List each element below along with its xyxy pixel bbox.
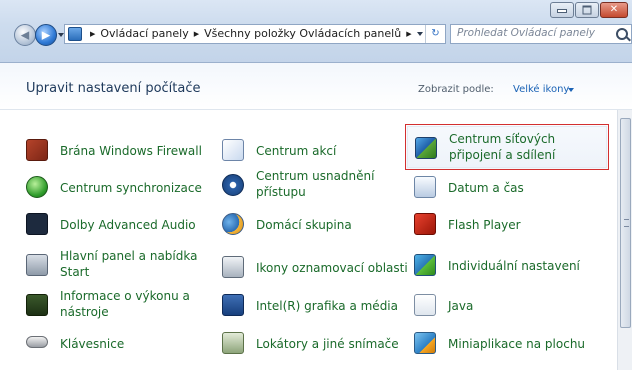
forward-button[interactable]: ▶ <box>35 24 57 46</box>
scrollbar-grip <box>624 219 629 227</box>
item-label: Centrum akcí <box>256 144 337 158</box>
item-windows-firewall[interactable]: Brána Windows Firewall <box>26 133 206 169</box>
back-button[interactable]: ◀ <box>14 24 36 46</box>
search-box[interactable]: Prohledat Ovládací panely <box>450 24 632 44</box>
window-controls: ✕ <box>549 2 628 18</box>
item-label: Ikony oznamovací oblasti <box>256 261 408 275</box>
flash-player-icon <box>414 213 436 235</box>
item-flash-player[interactable]: Flash Player <box>414 207 614 243</box>
page-title: Upravit nastavení počítače <box>26 81 201 96</box>
personalization-icon <box>414 254 436 276</box>
sync-center-icon <box>26 176 48 198</box>
vertical-scrollbar[interactable] <box>617 110 632 370</box>
item-label: Java <box>448 299 474 313</box>
view-by-dropdown[interactable]: Velké ikony <box>513 84 569 95</box>
action-center-flag-icon <box>222 139 244 161</box>
item-label: Centrum synchronizace <box>60 181 202 195</box>
homegroup-icon <box>222 213 244 235</box>
dolby-icon <box>26 213 48 235</box>
item-notification-icons[interactable]: Ikony oznamovací oblasti <box>222 250 408 286</box>
item-performance-info[interactable]: Informace o výkonu a nástroje <box>26 288 206 324</box>
item-java[interactable]: Java <box>414 288 614 324</box>
taskbar-icon <box>26 254 48 276</box>
date-time-icon <box>414 176 436 198</box>
item-label: Centrum usnadnění přístupu <box>256 169 375 199</box>
item-action-center[interactable]: Centrum akcí <box>222 133 400 169</box>
keyboard-icon <box>26 336 48 348</box>
item-label: Datum a čas <box>448 181 524 195</box>
item-label: Centrum síťových připojení a sdílení <box>449 132 556 162</box>
item-keyboard[interactable]: Klávesnice <box>26 326 206 362</box>
item-label: Intel(R) grafika a média <box>256 299 398 313</box>
control-panel-icon <box>68 27 82 41</box>
item-personalization[interactable]: Individuální nastavení <box>414 248 614 284</box>
close-button[interactable]: ✕ <box>600 2 628 18</box>
item-label: Individuální nastavení <box>448 259 580 273</box>
view-by-label: Zobrazit podle: <box>418 84 494 95</box>
item-intel-graphics[interactable]: Intel(R) grafika a média <box>222 288 400 324</box>
address-bar[interactable]: ▶ Ovládací panely ▶ Všechny položky Ovládac… <box>64 24 446 44</box>
search-input[interactable]: Prohledat Ovládací panely <box>457 27 595 39</box>
item-label: Hlavní panel a nabídka Start <box>60 249 198 279</box>
item-label: Miniaplikace na plochu <box>448 337 586 351</box>
breadcrumb-control-panel[interactable]: Ovládací panely <box>100 27 188 40</box>
item-label: Lokátory a jiné snímače <box>256 337 399 351</box>
breadcrumb-all-items[interactable]: Všechny položky Ovládacích panelů <box>204 27 401 40</box>
item-taskbar-start[interactable]: Hlavní panel a nabídka Start <box>26 248 206 284</box>
item-label: Domácí skupina <box>256 218 352 232</box>
address-dropdown-icon[interactable] <box>417 32 423 36</box>
chevron-down-icon[interactable] <box>568 88 574 92</box>
gadgets-icon <box>414 332 436 354</box>
content-header: Upravit nastavení počítače Zobrazit podl… <box>0 63 632 110</box>
item-homegroup[interactable]: Domácí skupina <box>222 207 400 243</box>
item-label: Klávesnice <box>60 337 125 351</box>
firewall-icon <box>26 139 48 161</box>
item-dolby-audio[interactable]: Dolby Advanced Audio <box>26 207 206 243</box>
ease-of-access-icon <box>222 174 244 196</box>
close-icon: ✕ <box>609 4 619 15</box>
item-ease-of-access[interactable]: Centrum usnadnění přístupu <box>222 168 400 204</box>
item-label: Informace o výkonu a nástroje <box>60 289 190 319</box>
item-date-time[interactable]: Datum a čas <box>414 170 614 206</box>
item-location-sensors[interactable]: Lokátory a jiné snímače <box>222 326 400 362</box>
search-icon[interactable] <box>616 28 628 40</box>
window-title-bar: ✕ ◀ ▶ ▶ Ovládací panely ▶ Všechny položky O… <box>0 0 632 63</box>
item-desktop-gadgets[interactable]: Miniaplikace na plochu <box>414 326 614 362</box>
performance-icon <box>26 294 48 316</box>
item-label: Flash Player <box>448 218 521 232</box>
item-network-sharing-center[interactable]: Centrum síťových připojení a sdílení <box>405 124 609 170</box>
minimize-icon <box>557 9 567 14</box>
network-center-icon <box>415 137 437 159</box>
maximize-button[interactable] <box>575 2 599 18</box>
breadcrumb: ▶ Ovládací panely ▶ Všechny položky Ovládac… <box>90 27 412 40</box>
forward-arrow-icon: ▶ <box>41 28 51 42</box>
notification-area-icon <box>222 256 244 278</box>
item-label: Dolby Advanced Audio <box>60 218 196 232</box>
item-sync-center[interactable]: Centrum synchronizace <box>26 170 206 206</box>
sensors-icon <box>222 332 244 354</box>
item-label: Brána Windows Firewall <box>60 144 202 158</box>
intel-graphics-icon <box>222 294 244 316</box>
minimize-button[interactable] <box>550 2 574 18</box>
java-icon <box>414 294 436 316</box>
maximize-icon <box>582 5 592 15</box>
scrollbar-thumb[interactable] <box>620 118 631 328</box>
refresh-icon[interactable]: ↻ <box>425 25 445 43</box>
back-arrow-icon: ◀ <box>20 28 30 42</box>
